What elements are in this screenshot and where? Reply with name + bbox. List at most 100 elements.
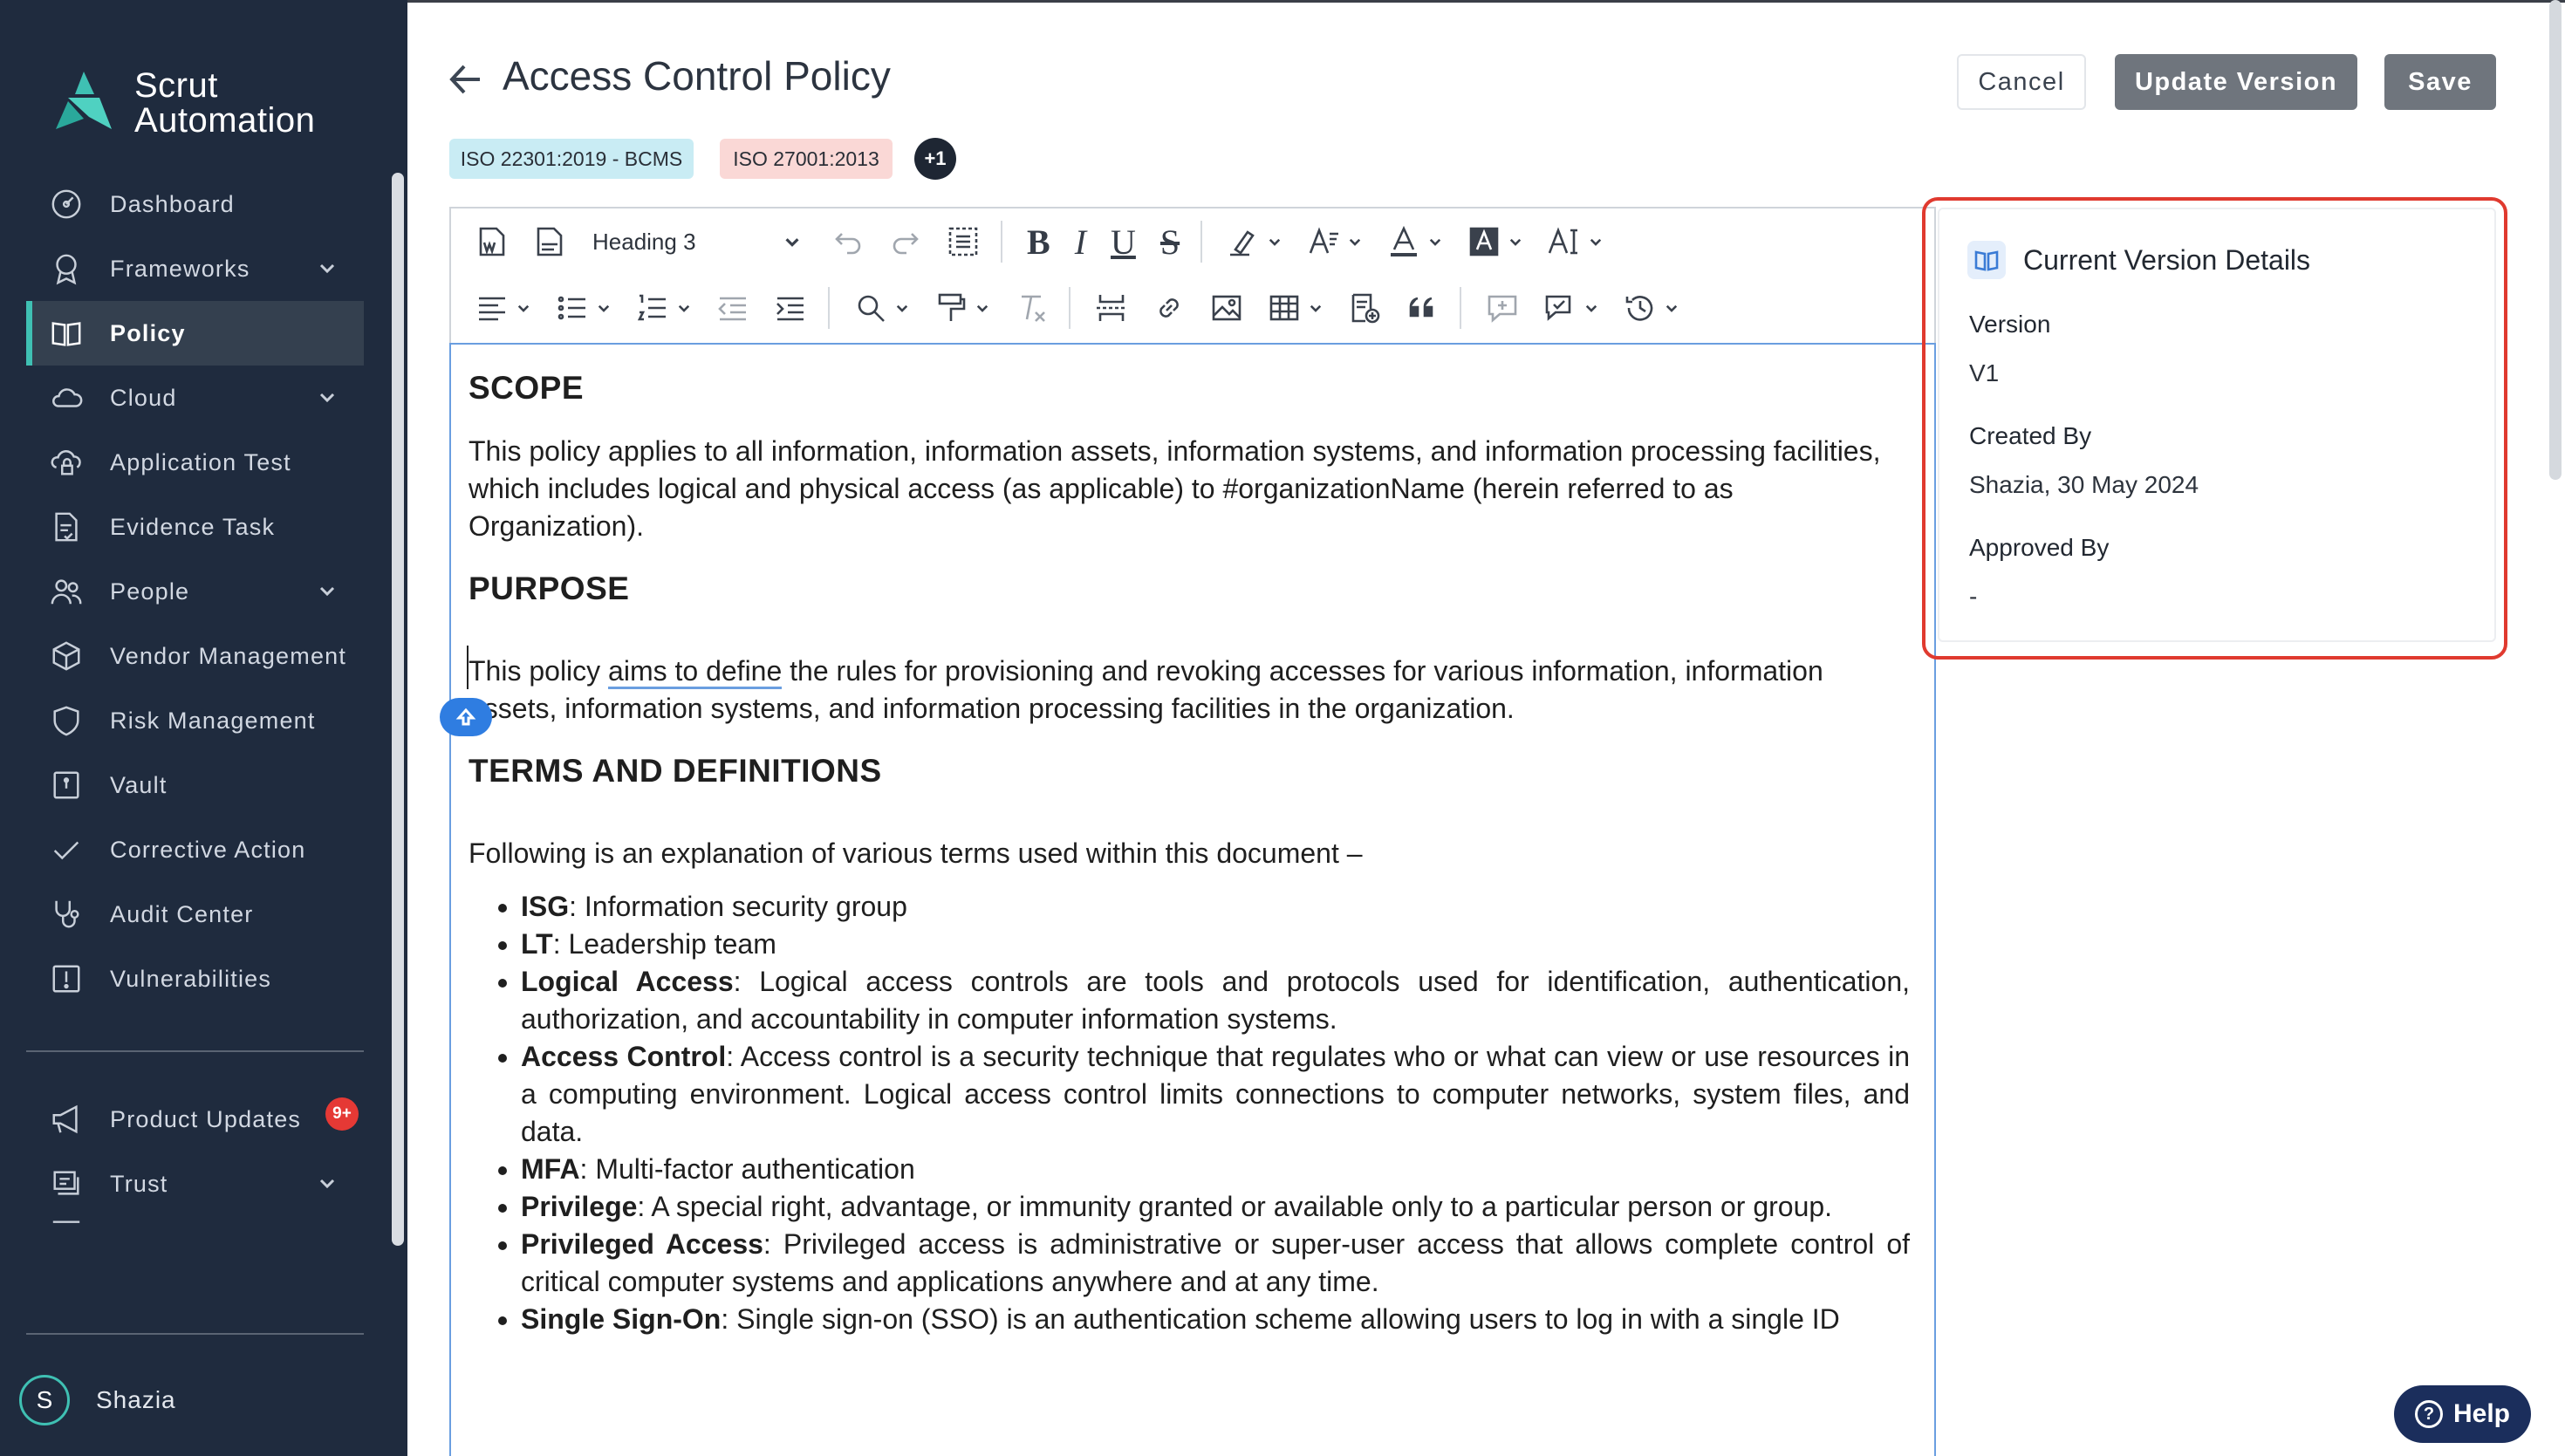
sidebar-item-vulnerabilities[interactable]: Vulnerabilities: [26, 947, 364, 1011]
cancel-button[interactable]: Cancel: [1957, 54, 2086, 110]
track-changes-icon[interactable]: [1543, 291, 1599, 325]
export-pdf-icon[interactable]: [533, 225, 566, 258]
box-icon: [49, 639, 84, 673]
font-color-icon[interactable]: [1387, 225, 1443, 258]
align-icon[interactable]: [475, 291, 531, 325]
clear-format-icon[interactable]: [1015, 291, 1048, 325]
document-body[interactable]: SCOPE This policy applies to all informa…: [469, 369, 1910, 1338]
chevron-down-icon: [516, 300, 531, 316]
heading-select-value: Heading 3: [592, 228, 696, 255]
more-tags-badge[interactable]: +1: [914, 138, 956, 180]
link-icon[interactable]: [1153, 291, 1186, 325]
sidebar-item-vendor-management[interactable]: Vendor Management: [26, 624, 364, 688]
dashboard-icon: [49, 187, 84, 222]
text-style-icon[interactable]: [1307, 225, 1363, 258]
chevron-down-icon: [783, 232, 802, 251]
cloud-lock-icon: [49, 445, 84, 480]
save-button[interactable]: Save: [2384, 54, 2496, 110]
sidebar-scrollbar[interactable]: [392, 173, 404, 1246]
sidebar-item-policy[interactable]: Policy: [26, 301, 364, 366]
sidebar-item-people[interactable]: People: [26, 559, 364, 624]
sidebar-item-frameworks[interactable]: Frameworks: [26, 236, 364, 301]
sidebar-item-label: Policy: [110, 319, 186, 346]
alert-icon: [49, 961, 84, 996]
question-icon: ?: [2414, 1400, 2443, 1428]
add-comment-icon[interactable]: [1486, 291, 1519, 325]
numbered-list-icon[interactable]: [636, 291, 692, 325]
spellcheck-underline[interactable]: aims to define: [608, 655, 783, 689]
find-replace-icon[interactable]: [854, 291, 910, 325]
sidebar-item-cloud[interactable]: Cloud: [26, 366, 364, 430]
sidebar-item-application-test[interactable]: Application Test: [26, 430, 364, 495]
chevron-down-icon[interactable]: [317, 580, 338, 601]
bulleted-list-icon[interactable]: [556, 291, 612, 325]
update-version-button[interactable]: Update Version: [2115, 54, 2357, 110]
term-definition: : Leadership team: [552, 928, 776, 960]
logo[interactable]: Scrut Automation: [49, 68, 315, 138]
chevron-down-icon: [1427, 234, 1443, 250]
insert-template-icon[interactable]: [1348, 291, 1381, 325]
sidebar-bottom-nav: Product Updates Trust: [26, 1087, 364, 1242]
sidebar-item-audit-center[interactable]: Audit Center: [26, 882, 364, 947]
font-background-icon[interactable]: [1467, 225, 1523, 258]
select-all-icon[interactable]: [947, 225, 980, 258]
blockquote-icon[interactable]: [1406, 291, 1439, 325]
avatar: S: [19, 1375, 70, 1425]
people-icon: [49, 574, 84, 609]
indent-icon[interactable]: [774, 291, 807, 325]
chevron-down-icon: [1347, 234, 1363, 250]
undo-icon[interactable]: [831, 225, 865, 258]
user-profile[interactable]: S Shazia: [19, 1375, 176, 1425]
term-definition: : A special right, advantage, or immunit…: [637, 1191, 1833, 1222]
back-arrow-icon[interactable]: [445, 59, 485, 99]
sidebar-item-product-updates[interactable]: Product Updates: [26, 1087, 364, 1152]
page-title: Access Control Policy: [503, 53, 891, 99]
outdent-icon[interactable]: [716, 291, 749, 325]
editor-content[interactable]: SCOPE This policy applies to all informa…: [449, 343, 1936, 1456]
chevron-down-icon[interactable]: [317, 1172, 338, 1193]
sidebar-item-corrective-action[interactable]: Corrective Action: [26, 817, 364, 882]
approved-by-label: Approved By: [1969, 534, 2110, 561]
sidebar-item-evidence-task[interactable]: Evidence Task: [26, 495, 364, 559]
font-size-icon[interactable]: [1548, 225, 1604, 258]
chevron-down-icon: [975, 300, 990, 316]
export-word-icon[interactable]: [475, 225, 509, 258]
image-icon[interactable]: [1210, 291, 1243, 325]
redo-icon[interactable]: [889, 225, 922, 258]
sidebar-item-partial[interactable]: [26, 1216, 364, 1242]
format-painter-icon[interactable]: [934, 291, 990, 325]
framework-tag[interactable]: ISO 22301:2019 - BCMS: [449, 139, 694, 179]
chevron-down-icon[interactable]: [317, 386, 338, 407]
bold-button[interactable]: B: [1027, 222, 1050, 263]
sidebar-item-label: Evidence Task: [110, 513, 276, 540]
approved-by-value: -: [1969, 583, 1978, 610]
italic-button[interactable]: I: [1075, 222, 1086, 263]
list-item: ISG: Information security group: [521, 888, 1910, 926]
page-scrollbar[interactable]: [2549, 0, 2562, 480]
sidebar-item-label: Dashboard: [110, 190, 235, 217]
term: Privilege: [521, 1191, 638, 1222]
chevron-down-icon: [676, 300, 692, 316]
version-value: V1: [1969, 359, 2000, 386]
strikethrough-button[interactable]: S: [1160, 222, 1180, 263]
framework-tag[interactable]: ISO 27001:2013: [720, 139, 893, 179]
page-break-icon[interactable]: [1095, 291, 1128, 325]
chevron-down-icon[interactable]: [317, 257, 338, 278]
sidebar-item-label: People: [110, 578, 190, 605]
block-handle-icon[interactable]: [440, 698, 492, 736]
sidebar-item-dashboard[interactable]: Dashboard: [26, 172, 364, 236]
highlight-icon[interactable]: [1227, 225, 1282, 258]
terms-intro: Following is an explanation of various t…: [469, 837, 1363, 869]
table-icon[interactable]: [1268, 291, 1324, 325]
help-button[interactable]: ? Help: [2394, 1385, 2531, 1443]
toolbar-separator: [1001, 221, 1002, 263]
sidebar-item-risk-management[interactable]: Risk Management: [26, 688, 364, 753]
toolbar-separator: [1200, 221, 1203, 263]
underline-button[interactable]: U: [1111, 222, 1136, 263]
history-icon[interactable]: [1624, 291, 1679, 325]
sidebar-item-trust[interactable]: Trust: [26, 1152, 364, 1216]
terms-heading: TERMS AND DEFINITIONS: [469, 753, 882, 789]
megaphone-icon: [49, 1102, 84, 1137]
sidebar-item-vault[interactable]: Vault: [26, 753, 364, 817]
heading-select[interactable]: Heading 3: [592, 229, 802, 256]
